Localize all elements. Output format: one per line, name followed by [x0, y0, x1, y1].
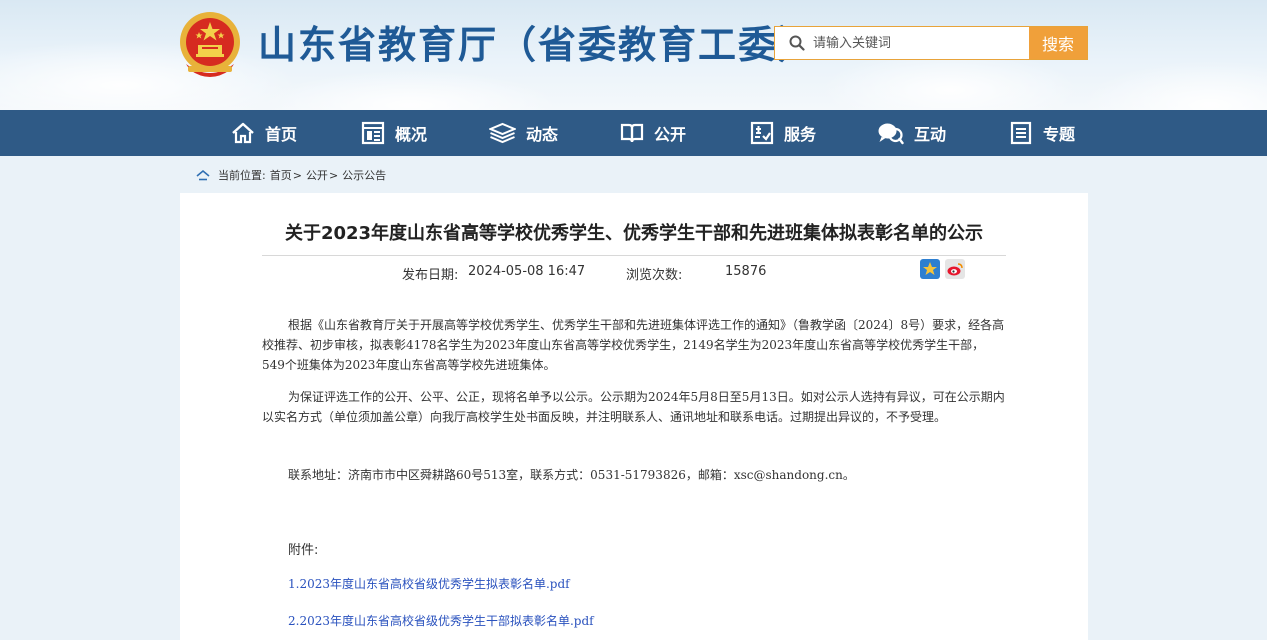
site-header: 山东省教育厅（省委教育工委） 搜索: [0, 0, 1267, 110]
attachments-label: 附件:: [288, 543, 319, 558]
nav-label: 动态: [526, 125, 559, 144]
overview-icon: [361, 121, 385, 145]
search-button[interactable]: 搜索: [1029, 27, 1087, 59]
home-icon: [232, 122, 254, 144]
breadcrumb: 当前位置: 首页 > 公开 > 公示公告: [196, 167, 386, 183]
nav-label: 概况: [395, 125, 428, 144]
breadcrumb-link-public[interactable]: 公开: [306, 167, 328, 183]
nav-item-service[interactable]: 服务: [750, 110, 816, 156]
home-icon: [196, 169, 210, 181]
attachment-link[interactable]: 1.2023年度山东省高校省级优秀学生拟表彰名单.pdf: [288, 575, 570, 592]
article-title: 关于2023年度山东省高等学校优秀学生、优秀学生干部和先进班集体拟表彰名单的公示: [284, 223, 984, 244]
nav-item-overview[interactable]: 概况: [361, 110, 427, 156]
breadcrumb-separator: >: [328, 168, 339, 182]
view-count-label: 浏览次数:: [626, 268, 683, 283]
article-panel: 关于2023年度山东省高等学校优秀学生、优秀学生干部和先进班集体拟表彰名单的公示…: [180, 193, 1088, 640]
nav-label: 专题: [1043, 125, 1076, 144]
nav-item-interact[interactable]: 互动: [877, 110, 946, 156]
breadcrumb-prefix: 当前位置:: [218, 169, 266, 182]
book-icon: [620, 123, 644, 143]
topic-icon: [1010, 121, 1032, 145]
share-bar: [920, 259, 965, 279]
attachment-link[interactable]: 2.2023年度山东省高校省级优秀学生干部拟表彰名单.pdf: [288, 612, 594, 629]
title-divider: [262, 255, 1006, 256]
national-emblem-icon: [178, 10, 242, 78]
nav-item-home[interactable]: 首页: [231, 110, 297, 156]
nav-item-news[interactable]: 动态: [489, 110, 558, 156]
nav-label: 公开: [654, 125, 687, 144]
article-paragraph: 根据《山东省教育厅关于开展高等学校优秀学生、优秀学生干部和先进班集体评选工作的通…: [262, 318, 1005, 372]
view-count: 15876: [725, 264, 767, 279]
breadcrumb-link-home[interactable]: 首页: [270, 167, 292, 183]
search-input[interactable]: [813, 28, 1029, 58]
nav-item-public[interactable]: 公开: [620, 110, 686, 156]
search-box: 搜索: [774, 26, 1088, 60]
publish-date: 2024-05-08 16:47: [468, 264, 586, 279]
nav-label: 首页: [265, 125, 298, 144]
breadcrumb-link-notice[interactable]: 公示公告: [342, 167, 386, 183]
breadcrumb-separator: >: [292, 168, 302, 182]
site-title: 山东省教育厅（省委教育工委）: [258, 23, 819, 67]
nav-label: 服务: [784, 125, 817, 144]
nav-item-topic[interactable]: 专题: [1009, 110, 1075, 156]
search-icon: [789, 35, 805, 51]
publish-date-label: 发布日期:: [402, 268, 459, 283]
nav-label: 互动: [914, 125, 947, 144]
article-paragraph: 联系地址：济南市市中区舜耕路60号513室，联系方式：0531-51793826…: [288, 468, 855, 482]
article-paragraph: 为保证评选工作的公开、公平、公正，现将名单予以公示。公示期为2024年5月8日至…: [262, 390, 1005, 424]
chat-icon: [878, 123, 904, 145]
main-nav: 首页 概况 动态 公开 服务 互动 专题: [0, 110, 1267, 156]
weibo-share-icon[interactable]: [945, 259, 965, 279]
favorite-star-icon[interactable]: [920, 259, 940, 279]
news-icon: [489, 122, 516, 144]
service-icon: [750, 121, 774, 145]
